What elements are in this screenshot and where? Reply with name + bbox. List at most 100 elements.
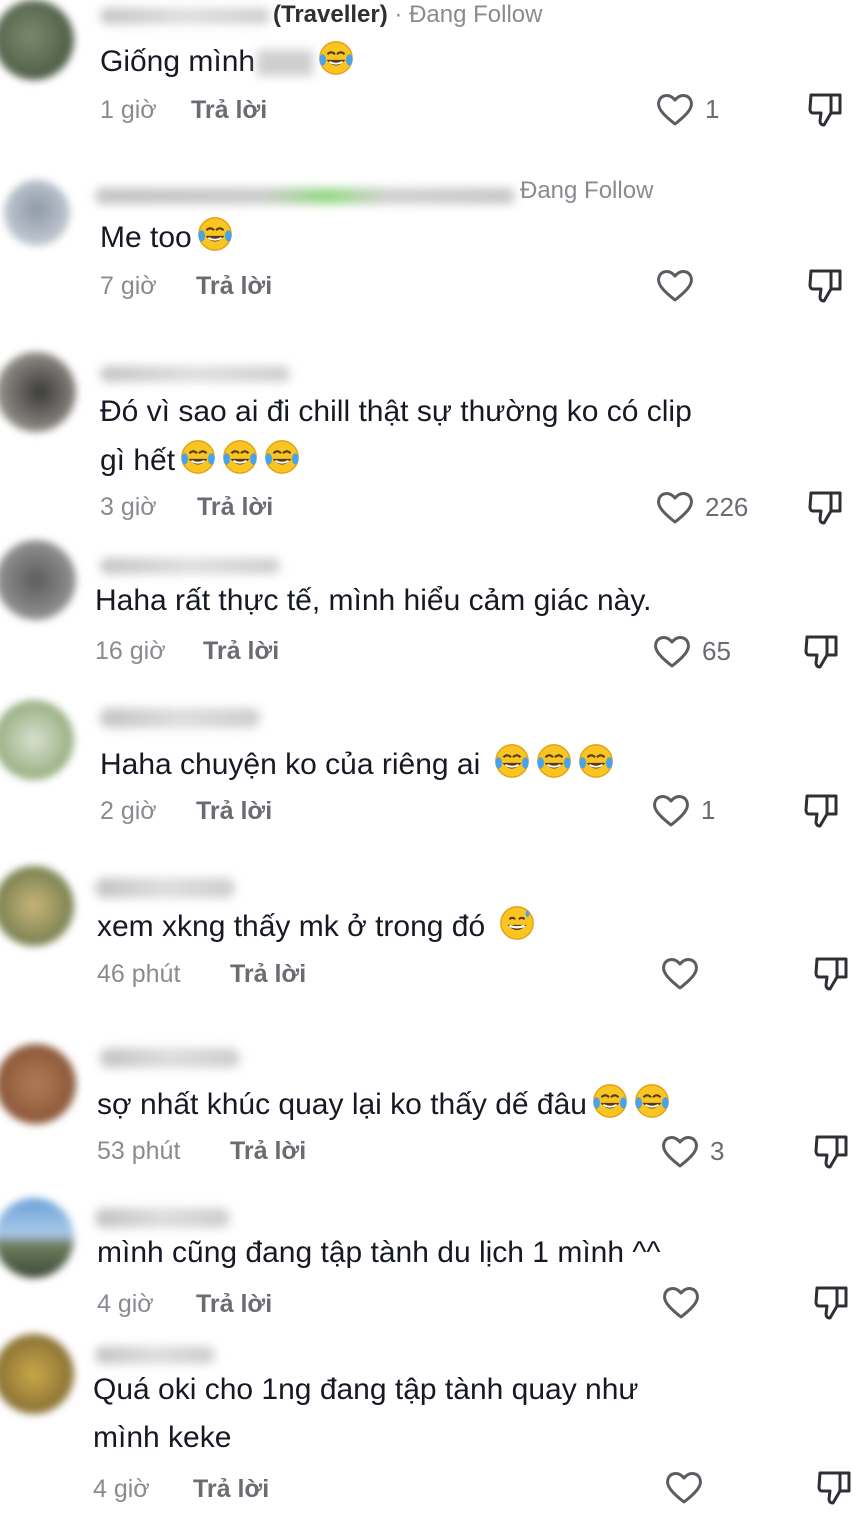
username-blurred[interactable]: [95, 188, 515, 204]
like-count: 226: [705, 491, 749, 522]
like-button[interactable]: 1: [651, 790, 715, 830]
comment-body: Me too: [100, 221, 192, 254]
like-button[interactable]: 226: [655, 487, 748, 527]
comment-text: Giống mình: [100, 38, 355, 86]
thumbs-down-icon[interactable]: [806, 487, 846, 527]
heart-outline-icon: [653, 795, 689, 827]
reply-button[interactable]: Trả lời: [230, 1137, 306, 1166]
avatar[interactable]: [0, 540, 76, 620]
thumbs-down-icon[interactable]: [815, 1467, 855, 1507]
heart-outline-icon: [657, 94, 693, 126]
username-blurred[interactable]: [95, 878, 235, 898]
reply-button[interactable]: Trả lời: [193, 1475, 269, 1504]
comment-text: Haha chuyện ko của riêng ai: [100, 741, 615, 789]
avatar[interactable]: [0, 1198, 74, 1278]
thumbs-down-icon[interactable]: [802, 790, 842, 830]
like-button[interactable]: 65: [652, 631, 731, 671]
username-blurred[interactable]: [100, 558, 280, 574]
like-button[interactable]: 3: [660, 1131, 724, 1171]
like-count: 1: [705, 93, 720, 124]
comment-time: 7 giờ: [100, 272, 157, 300]
reply-button[interactable]: Trả lời: [196, 797, 272, 826]
heart-outline-icon: [666, 1472, 702, 1504]
avatar[interactable]: [0, 1334, 74, 1414]
follow-status: · Đang Follow: [394, 1, 543, 28]
comment-body: Haha rất thực tế, mình hiểu cảm giác này…: [95, 584, 652, 617]
follow-status: Đang Follow: [520, 177, 654, 204]
grinning-sweat-emoji: [499, 906, 534, 940]
comment-time: 4 giờ: [93, 1475, 150, 1503]
like-button[interactable]: [655, 265, 705, 305]
comment-text: Quá oki cho 1ng đang tập tành quay như: [93, 1366, 639, 1414]
laughing-tears-emoji: [536, 744, 571, 778]
thumbs-down-icon[interactable]: [812, 1282, 852, 1322]
comment-body: Haha chuyện ko của riêng ai: [100, 748, 481, 781]
reply-button[interactable]: Trả lời: [196, 272, 272, 301]
like-button[interactable]: [661, 1282, 711, 1322]
avatar[interactable]: [0, 1044, 76, 1124]
heart-outline-icon: [657, 270, 693, 302]
thumbs-down-icon[interactable]: [802, 631, 842, 671]
laughing-tears-emoji: [635, 1084, 669, 1118]
avatar[interactable]: [0, 866, 74, 946]
username-blurred[interactable]: [100, 1048, 240, 1068]
laughing-tears-emoji: [494, 744, 529, 778]
comment-text: sợ nhất khúc quay lại ko thấy dế đâu: [97, 1081, 671, 1129]
comment-time: 3 giờ: [100, 493, 157, 521]
heart-outline-icon: [662, 958, 698, 990]
comment-text: xem xkng thấy mk ở trong đó: [97, 903, 536, 951]
reply-button[interactable]: Trả lời: [191, 96, 267, 125]
username-blurred[interactable]: [100, 708, 260, 728]
reply-button[interactable]: Trả lời: [230, 960, 306, 989]
comment-body: xem xkng thấy mk ở trong đó: [97, 910, 486, 943]
comment-body: Đó vì sao ai đi chill thật sự thường ko …: [100, 395, 692, 428]
heart-outline-icon: [654, 636, 690, 668]
laughing-tears-emoji: [593, 1084, 627, 1118]
comment-time: 2 giờ: [100, 797, 157, 825]
thumbs-down-icon[interactable]: [806, 89, 846, 129]
comment-body: Giống mình: [100, 45, 256, 78]
username-blurred[interactable]: [100, 8, 270, 24]
comment-text-line2: mình keke: [93, 1414, 231, 1462]
blurred-text: [257, 50, 314, 77]
laughing-tears-emoji: [578, 744, 613, 778]
laughing-tears-emoji: [197, 217, 232, 251]
reply-button[interactable]: Trả lời: [203, 637, 279, 666]
heart-outline-icon: [662, 1136, 698, 1168]
comment-text-line2: gì hết: [100, 437, 301, 485]
comment-body: gì hết: [100, 444, 176, 477]
avatar[interactable]: [0, 700, 74, 780]
reply-button[interactable]: Trả lời: [197, 493, 273, 522]
comment-body: Quá oki cho 1ng đang tập tành quay như: [93, 1373, 639, 1406]
comment-text: Me too: [100, 214, 234, 262]
laughing-tears-emoji: [319, 41, 353, 75]
laughing-tears-emoji: [223, 440, 257, 474]
laughing-tears-emoji: [265, 440, 299, 474]
comment-time: 4 giờ: [97, 1290, 154, 1318]
username-blurred[interactable]: [95, 1346, 215, 1364]
like-button[interactable]: [660, 953, 710, 993]
comment-text: mình cũng đang tập tành du lịch 1 mình ^…: [97, 1229, 661, 1277]
like-button[interactable]: 1: [655, 89, 719, 129]
avatar[interactable]: [0, 352, 76, 432]
thumbs-down-icon[interactable]: [812, 1131, 852, 1171]
like-count: 65: [702, 635, 731, 666]
thumbs-down-icon[interactable]: [812, 953, 852, 993]
thumbs-down-icon[interactable]: [806, 265, 846, 305]
comment-text: Đó vì sao ai đi chill thật sự thường ko …: [100, 388, 692, 436]
avatar[interactable]: [0, 0, 74, 80]
comment-text: Haha rất thực tế, mình hiểu cảm giác này…: [95, 577, 651, 625]
like-button[interactable]: [664, 1467, 714, 1507]
reply-button[interactable]: Trả lời: [196, 1290, 272, 1319]
like-count: 1: [701, 794, 716, 825]
comment-time: 53 phút: [97, 1137, 181, 1165]
comment-body: mình keke: [93, 1421, 232, 1454]
comment-body: sợ nhất khúc quay lại ko thấy dế đâu: [97, 1088, 587, 1121]
username-suffix: Đang Follow: [520, 177, 653, 205]
like-count: 3: [710, 1135, 725, 1166]
avatar[interactable]: [4, 180, 70, 246]
heart-outline-icon: [657, 492, 693, 524]
username-blurred[interactable]: [100, 366, 290, 382]
username-blurred[interactable]: [95, 1208, 230, 1228]
comment-time: 1 giờ: [100, 96, 157, 124]
